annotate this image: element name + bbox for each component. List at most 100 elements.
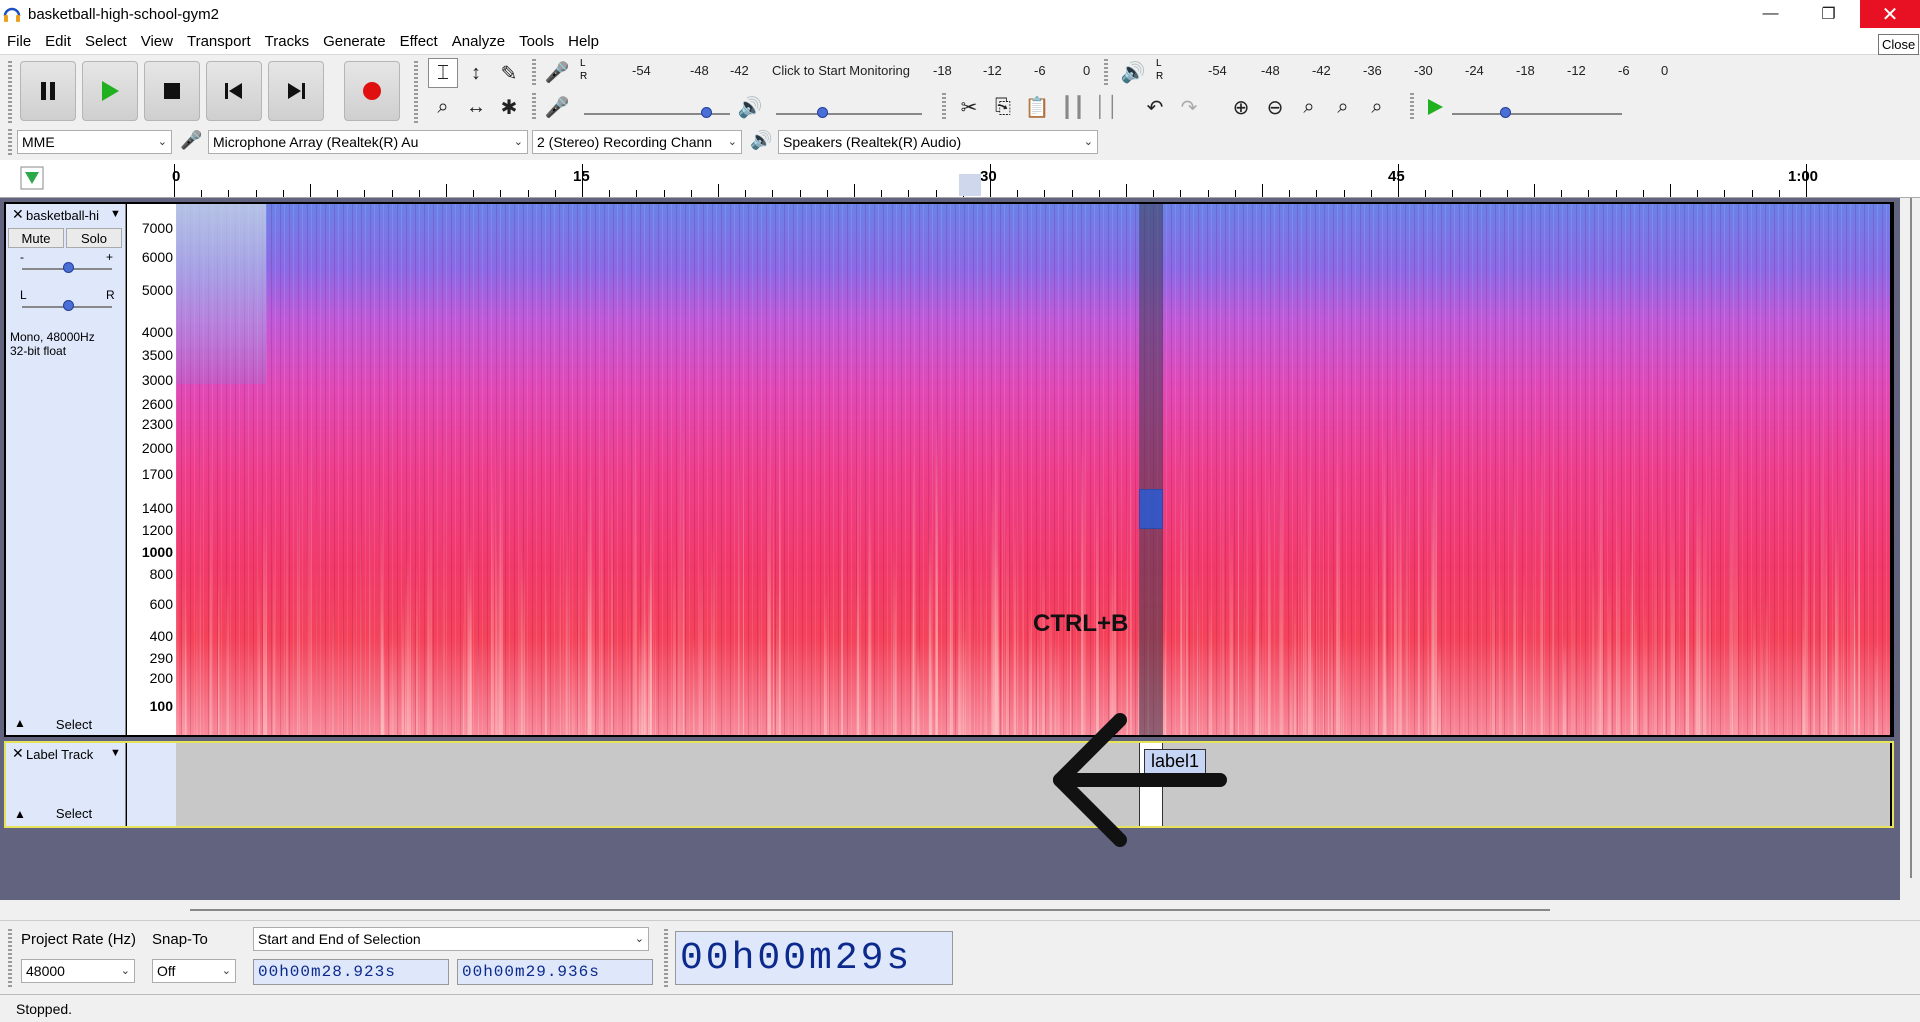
audio-position-display[interactable]: 00h00m29s xyxy=(675,931,953,985)
spectrogram[interactable] xyxy=(176,204,1890,735)
vertical-scrollbar[interactable] xyxy=(1905,198,1920,900)
fit-selection-button[interactable]: ⌕ xyxy=(1294,92,1324,122)
zoom-out-button[interactable]: ⊖ xyxy=(1260,92,1290,122)
close-button[interactable]: ✕ xyxy=(1860,0,1920,28)
mute-button[interactable]: Mute xyxy=(8,228,64,248)
record-meter-mic-button[interactable]: 🎤 xyxy=(542,57,572,87)
recording-channels-select[interactable]: 2 (Stereo) Recording Chann ⌄ xyxy=(532,130,742,154)
label-track-name-menu[interactable]: Label Track xyxy=(26,747,93,762)
trim-audio-button[interactable]: ┃┃ xyxy=(1058,92,1088,122)
frequency-scale[interactable]: 7000 6000 5000 4000 3500 3000 2600 2300 … xyxy=(127,204,176,735)
play-at-speed-grip[interactable] xyxy=(1410,93,1414,119)
project-rate-select[interactable]: 48000 ⌄ xyxy=(21,959,135,983)
click-to-start-monitoring[interactable]: Click to Start Monitoring xyxy=(772,63,910,78)
spectrogram-streak xyxy=(1875,641,1878,735)
play-meter[interactable]: -54 -48 -42 -36 -30 -24 -18 -12 -6 0 xyxy=(1166,63,1676,81)
transport-toolbar-grip[interactable] xyxy=(8,61,12,123)
label-track-select-button[interactable]: Select xyxy=(32,803,116,823)
close-track-icon[interactable]: ✕ xyxy=(12,745,24,762)
label-track-body[interactable]: label1 xyxy=(176,743,1890,826)
menu-transport[interactable]: Transport xyxy=(180,33,258,50)
minimize-button[interactable]: — xyxy=(1748,0,1793,28)
menu-view[interactable]: View xyxy=(134,33,180,50)
spectrogram-streak xyxy=(588,573,592,735)
label-track[interactable]: ✕ Label Track ▼ ▲ Select label1 xyxy=(4,741,1894,828)
pan-slider-thumb[interactable] xyxy=(63,300,74,311)
mixer-grip[interactable] xyxy=(532,93,536,119)
selection-start-time[interactable]: 00h00m28.923s xyxy=(253,959,449,985)
timeline-ruler[interactable]: 0 15 30 45 1:00 xyxy=(0,160,1920,198)
play-meter-grip[interactable] xyxy=(1104,59,1108,85)
track-select-button[interactable]: Select xyxy=(32,714,116,734)
vertical-scrollbar-thumb[interactable] xyxy=(1910,198,1912,878)
skip-to-end-button[interactable] xyxy=(268,61,324,121)
menu-generate[interactable]: Generate xyxy=(316,33,393,50)
cut-button[interactable]: ✂ xyxy=(954,92,984,122)
pin-playhead-icon[interactable] xyxy=(20,166,44,190)
zoom-in-button[interactable]: ⊕ xyxy=(1226,92,1256,122)
menu-tools[interactable]: Tools xyxy=(512,33,561,50)
snap-to-select[interactable]: Off ⌄ xyxy=(152,959,236,983)
collapse-track-icon[interactable]: ▲ xyxy=(14,807,26,821)
selection-mode-select[interactable]: Start and End of Selection ⌄ xyxy=(253,927,649,951)
record-button[interactable] xyxy=(344,61,400,121)
playback-volume-thumb[interactable] xyxy=(817,107,828,118)
time-shift-tool[interactable]: ↔ xyxy=(461,92,491,122)
track-name-menu[interactable]: basketball-hi xyxy=(26,208,99,223)
draw-tool[interactable]: ✎ xyxy=(494,58,524,88)
copy-button[interactable]: ⎘ xyxy=(988,92,1018,122)
silence-audio-button[interactable]: ││ xyxy=(1092,92,1122,122)
solo-button[interactable]: Solo xyxy=(66,228,122,248)
play-button[interactable] xyxy=(82,61,138,121)
playback-speed-thumb[interactable] xyxy=(1500,107,1511,118)
gain-slider-thumb[interactable] xyxy=(63,262,74,273)
skip-to-start-button[interactable] xyxy=(206,61,262,121)
undo-button[interactable]: ↶ xyxy=(1140,92,1170,122)
play-at-speed-button[interactable] xyxy=(1420,92,1450,122)
multi-tool[interactable]: ✱ xyxy=(494,92,524,122)
fit-project-button[interactable]: ⌕ xyxy=(1328,92,1358,122)
menu-file[interactable]: File xyxy=(0,33,38,50)
track-menu-chevron-icon[interactable]: ▼ xyxy=(110,208,121,220)
ruler-selection-marker[interactable] xyxy=(959,174,981,196)
playback-device-select[interactable]: Speakers (Realtek(R) Audio) ⌄ xyxy=(778,130,1098,154)
device-toolbar-grip[interactable] xyxy=(8,129,12,155)
restore-button[interactable]: ❐ xyxy=(1806,0,1851,28)
selection-toolbar-grip[interactable] xyxy=(8,929,12,987)
menu-select[interactable]: Select xyxy=(78,33,134,50)
track-area[interactable]: ✕ basketball-hi ▼ Mute Solo - + L R Mono… xyxy=(0,198,1900,900)
time-toolbar-grip[interactable] xyxy=(664,929,668,987)
record-meter-grip[interactable] xyxy=(532,59,536,85)
edit-toolbar-grip[interactable] xyxy=(942,93,946,119)
collapse-track-icon[interactable]: ▲ xyxy=(14,716,26,730)
envelope-tool[interactable]: ↕ xyxy=(461,58,491,88)
play-meter-speaker-button[interactable]: 🔊 xyxy=(1118,57,1148,87)
close-track-icon[interactable]: ✕ xyxy=(12,206,24,223)
redo-button[interactable]: ↷ xyxy=(1174,92,1204,122)
selection-tool[interactable]: ⌶ xyxy=(428,58,458,88)
tools-toolbar-grip[interactable] xyxy=(414,61,418,123)
menu-analyze[interactable]: Analyze xyxy=(445,33,512,50)
menu-edit[interactable]: Edit xyxy=(38,33,78,50)
playback-volume-slider[interactable] xyxy=(776,113,922,115)
pause-button[interactable] xyxy=(20,61,76,121)
horizontal-scrollbar-thumb[interactable] xyxy=(190,909,1550,911)
menu-help[interactable]: Help xyxy=(561,33,606,50)
playback-speed-slider[interactable] xyxy=(1452,113,1622,115)
track-menu-chevron-icon[interactable]: ▼ xyxy=(110,747,121,759)
selection-end-time[interactable]: 00h00m29.936s xyxy=(457,959,653,985)
time-selection[interactable] xyxy=(1139,204,1163,735)
menu-effect[interactable]: Effect xyxy=(393,33,445,50)
record-volume-thumb[interactable] xyxy=(701,107,712,118)
horizontal-scrollbar[interactable] xyxy=(0,900,1920,920)
audio-track[interactable]: ✕ basketball-hi ▼ Mute Solo - + L R Mono… xyxy=(4,202,1894,737)
audio-host-select[interactable]: MME ⌄ xyxy=(17,130,172,154)
record-meter[interactable]: -54 -48 -42 Click to Start Monitoring -1… xyxy=(590,63,1090,81)
zoom-tool[interactable]: ⌕ xyxy=(428,92,458,122)
zoom-toggle-button[interactable]: ⌕ xyxy=(1362,92,1392,122)
recording-device-select[interactable]: Microphone Array (Realtek(R) Au ⌄ xyxy=(208,130,528,154)
menu-tracks[interactable]: Tracks xyxy=(258,33,316,50)
stop-button[interactable] xyxy=(144,61,200,121)
paste-button[interactable]: 📋 xyxy=(1022,92,1052,122)
spectral-selection[interactable] xyxy=(1139,489,1163,529)
